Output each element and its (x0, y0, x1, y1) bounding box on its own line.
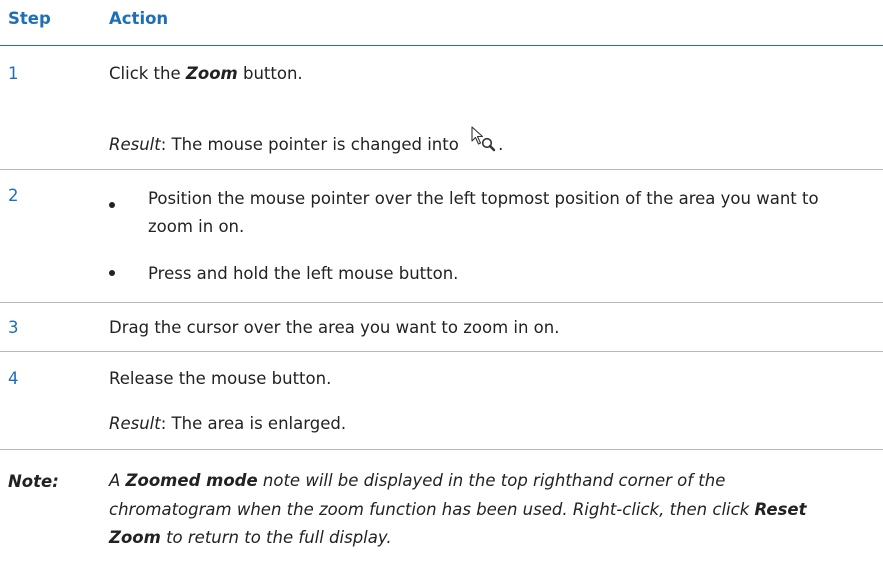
step-column-header: Step (8, 9, 51, 28)
row-divider (0, 302, 883, 303)
step-1-result: Result: The mouse pointer is changed int… (109, 126, 503, 156)
step-4-action: Release the mouse button. (109, 369, 332, 388)
note-text: A Zoomed mode note will be displayed in … (109, 467, 849, 553)
step-1-result-text: : The mouse pointer is changed into (160, 135, 465, 154)
table-bottom-rule (0, 449, 883, 450)
bullet-icon (109, 202, 115, 208)
result-label: Result (109, 135, 161, 154)
result-label: Result (109, 414, 161, 433)
zoom-button-ref: Zoom (185, 64, 238, 83)
zoom-cursor-icon (471, 126, 496, 152)
row-divider (0, 351, 883, 352)
step-1-result-end: . (498, 135, 504, 154)
note-text-3: to return to the full display. (160, 528, 392, 547)
instruction-table: Step Action 1 Click the Zoom button. Res… (0, 0, 883, 588)
bullet-icon (109, 270, 115, 276)
note-label: Note: (8, 472, 59, 491)
action-column-header: Action (109, 9, 169, 28)
row-divider (0, 169, 883, 170)
step-1-action: Click the Zoom button. (109, 64, 303, 83)
step-3-action: Drag the cursor over the area you want t… (109, 318, 560, 337)
step-2-bullet-1: Position the mouse pointer over the left… (148, 189, 819, 236)
zoomed-mode-ref: Zoomed mode (125, 471, 258, 490)
step-1-text-pre: Click the (109, 64, 186, 83)
step-number-4: 4 (8, 369, 19, 388)
note-text-1: A (109, 471, 126, 490)
step-2-bullet-2: Press and hold the left mouse button. (148, 264, 459, 283)
step-number-1: 1 (8, 64, 19, 83)
step-number-2: 2 (8, 186, 19, 205)
header-divider (0, 45, 883, 46)
step-4-result: Result: The area is enlarged. (109, 414, 346, 433)
step-number-3: 3 (8, 318, 19, 337)
step-1-text-post: button. (237, 64, 303, 83)
step-4-result-text: : The area is enlarged. (160, 414, 347, 433)
